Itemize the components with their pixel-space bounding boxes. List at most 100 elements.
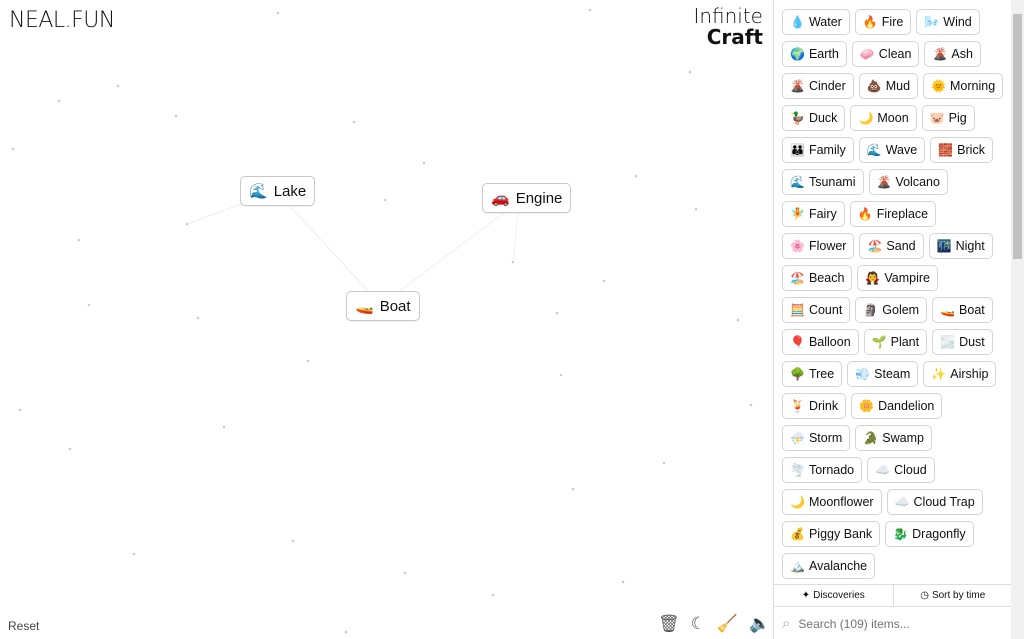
item-volcano[interactable]: 🌋 Volcano [868, 169, 948, 195]
item-piggy-bank[interactable]: 💰 Piggy Bank [782, 521, 881, 547]
item-golem[interactable]: 🗿 Golem [855, 297, 928, 323]
dot [602, 279, 606, 283]
item-moon[interactable]: 🌙 Moon [850, 105, 917, 131]
search-icon: ⌕ [782, 615, 791, 632]
connection-line [275, 190, 382, 306]
item-wave[interactable]: 🌊 Wave [858, 137, 926, 163]
item-steam[interactable]: 💨 Steam [847, 361, 919, 387]
item-clean[interactable]: 🧼 Clean [851, 41, 920, 67]
dot [511, 260, 515, 264]
dot [57, 99, 61, 103]
canvas-element-lake[interactable]: 🌊 Lake [240, 176, 316, 206]
dot [694, 207, 698, 211]
site-logo[interactable]: NEAL.FUN [9, 8, 115, 33]
item-icon: 💧 [790, 15, 805, 29]
item-plant[interactable]: 🌱 Plant [863, 329, 928, 355]
broom-icon[interactable]: 🧹 [717, 614, 738, 634]
item-drink[interactable]: 🍹 Drink [782, 393, 847, 419]
item-icon: 🧚 [790, 207, 805, 221]
item-icon: 🧮 [790, 303, 805, 317]
dot [68, 447, 72, 451]
item-tsunami[interactable]: 🌊 Tsunami [782, 169, 864, 195]
sort-button[interactable]: ◷ Sort by time [892, 585, 1013, 606]
item-ash[interactable]: 🌋 Ash [924, 41, 981, 67]
item-icon: 🌳 [790, 367, 805, 381]
item-count[interactable]: 🧮 Count [782, 297, 851, 323]
item-family[interactable]: 👪 Family [782, 137, 854, 163]
dot [662, 461, 666, 465]
dot [291, 539, 295, 543]
item-icon: 🐉 [893, 527, 909, 541]
item-cloud[interactable]: ☁️ Cloud [867, 457, 935, 483]
item-mud[interactable]: 💩 Mud [858, 73, 919, 99]
reset-button[interactable]: Reset [8, 619, 39, 633]
item-night[interactable]: 🌃 Night [928, 233, 993, 259]
item-swamp[interactable]: 🐊 Swamp [855, 425, 932, 451]
item-icon: 🎈 [790, 335, 805, 349]
item-dust[interactable]: 🌫️ Dust [932, 329, 993, 355]
item-icon: ☁️ [894, 495, 910, 509]
dot [132, 552, 136, 556]
item-fire[interactable]: 🔥 Fire [854, 9, 912, 35]
item-morning[interactable]: 🌞 Morning [923, 73, 1004, 99]
dot [634, 174, 638, 178]
trash-icon[interactable]: 🗑 [658, 614, 680, 634]
item-beach[interactable]: 🏖️ Beach [782, 265, 853, 291]
item-tornado[interactable]: 🌪️ Tornado [782, 457, 863, 483]
item-icon: 👪 [790, 143, 805, 157]
item-avalanche[interactable]: 🏔️ Avalanche [782, 553, 876, 579]
item-icon: 🌊 [866, 143, 882, 157]
items-list: 💧 Water 🔥 Fire 🌬️ Wind 🌍 Earth 🧼 Clean 🌋 Ash 🌋 Cinder… [782, 9, 1007, 584]
item-cinder[interactable]: 🌋 Cinder [782, 73, 854, 99]
scrollbar-thumb[interactable] [1013, 14, 1022, 259]
discoveries-button[interactable]: ✦ Discoveries [774, 585, 893, 606]
item-water[interactable]: 💧 Water [782, 9, 850, 35]
item-icon: 🌊 [790, 175, 805, 189]
item-icon: 🔥 [857, 207, 873, 221]
canvas-element-engine[interactable]: 🚗 Engine [482, 183, 572, 213]
item-icon: 🧱 [938, 143, 954, 157]
item-icon: 🌙 [858, 111, 874, 125]
dot [559, 373, 563, 377]
item-icon: 🌬️ [924, 15, 940, 29]
clock-icon: ◷ [920, 590, 929, 601]
item-icon: 🌋 [932, 47, 948, 61]
item-dragonfly[interactable]: 🐉 Dragonfly [885, 521, 974, 547]
item-earth[interactable]: 🌍 Earth [782, 41, 847, 67]
search-input[interactable] [798, 616, 989, 631]
item-flower[interactable]: 🌸 Flower [782, 233, 855, 259]
scrollbar[interactable] [1011, 0, 1024, 639]
car-icon: 🚗 [491, 190, 510, 207]
item-cloud-trap[interactable]: ☁️ Cloud Trap [886, 489, 983, 515]
item-icon: 💨 [855, 367, 871, 381]
item-icon: 🌃 [936, 239, 952, 253]
connection-line [380, 197, 525, 306]
sound-icon[interactable]: 🔈 [749, 614, 770, 634]
crafting-canvas[interactable]: NEAL.FUN Infinite Craft 🌊 Lake 🚗 Engine 🚤 B… [0, 0, 773, 639]
item-icon: 🐷 [929, 111, 945, 125]
item-boat[interactable]: 🚤 Boat [932, 297, 993, 323]
dot [11, 147, 15, 151]
canvas-element-boat[interactable]: 🚤 Boat [346, 291, 420, 321]
item-duck[interactable]: 🦆 Duck [782, 105, 846, 131]
dot [621, 580, 625, 584]
item-icon: 🌫️ [940, 335, 956, 349]
connection-line [512, 211, 519, 263]
item-brick[interactable]: 🧱 Brick [930, 137, 993, 163]
item-storm[interactable]: ⛈️ Storm [782, 425, 851, 451]
dot [185, 222, 189, 226]
item-moonflower[interactable]: 🌙 Moonflower [782, 489, 882, 515]
item-fairy[interactable]: 🧚 Fairy [782, 201, 845, 227]
item-tree[interactable]: 🌳 Tree [782, 361, 843, 387]
dot [352, 120, 356, 124]
item-airship[interactable]: ✨ Airship [923, 361, 997, 387]
item-balloon[interactable]: 🎈 Balloon [782, 329, 859, 355]
item-vampire[interactable]: 🧛 Vampire [857, 265, 938, 291]
item-wind[interactable]: 🌬️ Wind [916, 9, 980, 35]
item-dandelion[interactable]: 🌼 Dandelion [851, 393, 943, 419]
item-fireplace[interactable]: 🔥 Fireplace [849, 201, 937, 227]
moon-icon[interactable]: ☾ [691, 614, 706, 634]
dot [736, 318, 740, 322]
item-pig[interactable]: 🐷 Pig [921, 105, 975, 131]
item-sand[interactable]: 🏖️ Sand [859, 233, 924, 259]
